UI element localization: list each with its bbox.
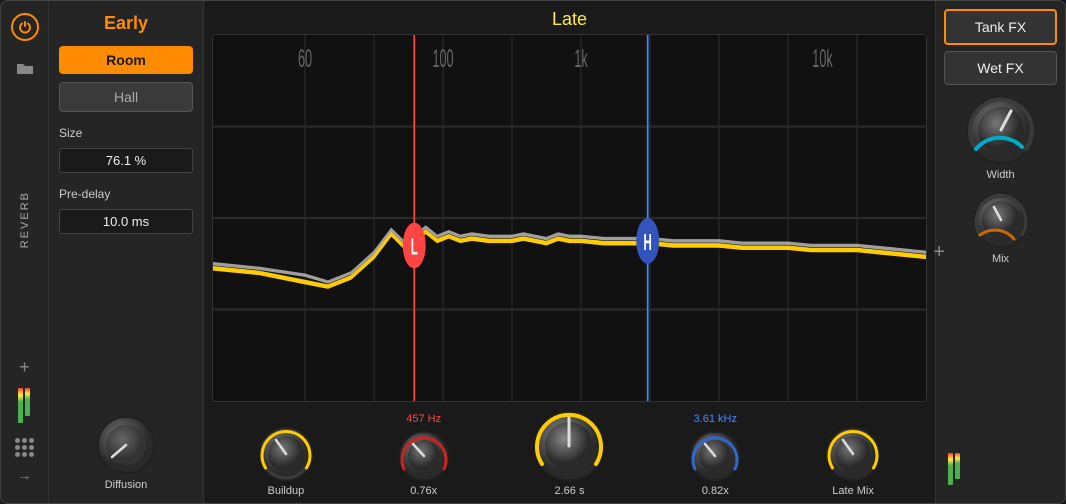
buildup-group: Buildup <box>258 426 314 497</box>
low-mult-label: 0.76x <box>410 485 437 497</box>
diffusion-knob[interactable] <box>96 415 156 475</box>
latemix-group: Late Mix <box>825 426 881 497</box>
add-left-button[interactable]: + <box>19 357 30 378</box>
mix-label: Mix <box>992 253 1009 265</box>
mix-section: Mix <box>944 191 1057 265</box>
latemix-label: Late Mix <box>832 485 874 497</box>
hall-button[interactable]: Hall <box>59 82 193 112</box>
right-panel: Tank FX Wet FX Width <box>935 1 1065 503</box>
frequency-display: 60 100 1k 10k L H <box>212 34 927 402</box>
arrow-icon[interactable]: → <box>18 467 32 483</box>
power-button[interactable] <box>11 13 39 41</box>
lowmult-group: 457 Hz 0.76x <box>398 413 450 497</box>
sidebar-bottom: + → <box>15 357 34 483</box>
predelay-label: Pre-delay <box>59 187 193 201</box>
room-button[interactable]: Room <box>59 46 193 74</box>
diffusion-label: Diffusion <box>105 479 148 491</box>
highmult-group: 3.61 kHz 0.82x <box>689 413 741 497</box>
vu-meter-left <box>18 388 32 428</box>
width-knob[interactable] <box>966 95 1036 165</box>
late-title: Late <box>204 1 935 34</box>
svg-text:10k: 10k <box>812 46 832 74</box>
svg-text:60: 60 <box>298 46 312 74</box>
svg-text:100: 100 <box>432 46 453 74</box>
knobs-row: Buildup 457 Hz 0.76x <box>204 402 935 503</box>
dots-grid[interactable] <box>15 438 34 457</box>
folder-icon[interactable] <box>11 55 39 83</box>
buildup-label: Buildup <box>268 485 305 497</box>
size-label: Size <box>59 126 193 140</box>
plugin-container: REVERB + → Early Room Hall Size 76.1 % P… <box>0 0 1066 504</box>
low-mult-knob[interactable] <box>398 430 450 482</box>
size-value[interactable]: 76.1 % <box>59 148 193 173</box>
predelay-value[interactable]: 10.0 ms <box>59 209 193 234</box>
svg-text:1k: 1k <box>574 46 587 74</box>
width-label: Width <box>986 169 1014 181</box>
diffusion-section: Diffusion <box>59 415 193 491</box>
latemix-knob[interactable] <box>825 426 881 482</box>
reverb-label: REVERB <box>19 191 31 248</box>
width-section: Width <box>944 95 1057 181</box>
buildup-knob[interactable] <box>258 426 314 482</box>
right-plus-button[interactable]: + <box>933 241 945 264</box>
high-mult-knob[interactable] <box>689 430 741 482</box>
vu-meter-right <box>948 453 962 493</box>
low-freq-label: 457 Hz <box>406 413 441 425</box>
right-vu-section <box>944 449 1057 495</box>
tank-fx-button[interactable]: Tank FX <box>944 9 1057 45</box>
early-title: Early <box>59 13 193 34</box>
high-mult-label: 0.82x <box>702 485 729 497</box>
decay-group: 2.66 s <box>533 410 605 497</box>
decay-label: 2.66 s <box>555 485 585 497</box>
svg-text:H: H <box>644 230 652 255</box>
high-freq-label: 3.61 kHz <box>694 413 737 425</box>
left-sidebar: REVERB + → <box>1 1 49 503</box>
decay-knob[interactable] <box>533 410 605 482</box>
svg-text:L: L <box>411 234 418 259</box>
wet-fx-button[interactable]: Wet FX <box>944 51 1057 85</box>
main-display: Late 60 100 1k <box>204 1 935 503</box>
mix-knob[interactable] <box>972 191 1030 249</box>
eq-curve: 60 100 1k 10k L H <box>213 35 926 401</box>
early-section: Early Room Hall Size 76.1 % Pre-delay 10… <box>49 1 204 503</box>
